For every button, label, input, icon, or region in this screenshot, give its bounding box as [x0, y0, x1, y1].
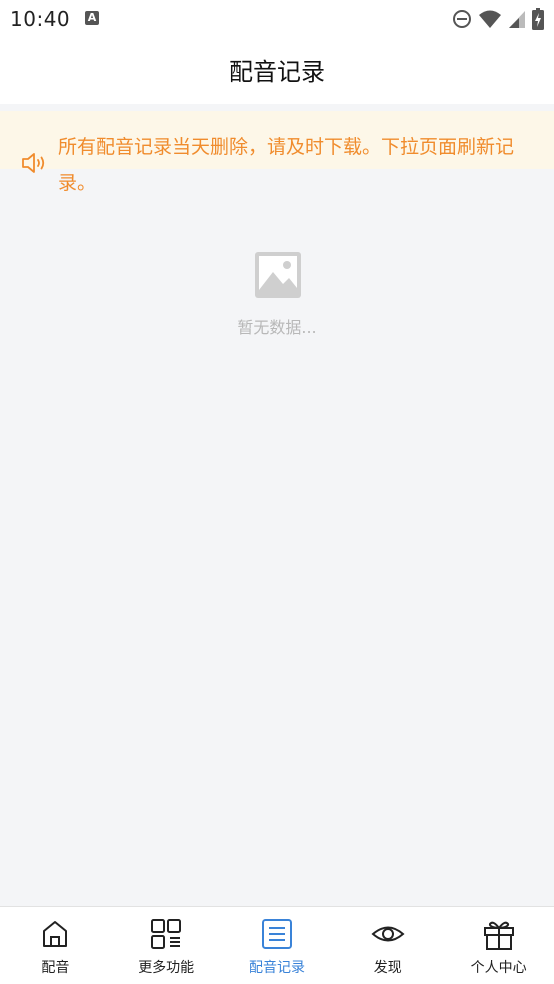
tab-more-features[interactable]: 更多功能 [111, 907, 222, 984]
grid-icon [151, 919, 182, 949]
cell-signal-icon [509, 11, 525, 28]
tab-dubbing[interactable]: 配音 [0, 907, 111, 984]
status-time: 10:40 [10, 7, 71, 31]
gift-icon [483, 921, 514, 950]
app-header: 配音记录 [0, 38, 554, 104]
image-placeholder-icon [255, 252, 301, 298]
page-title: 配音记录 [229, 58, 325, 86]
list-icon [261, 919, 292, 949]
tab-label: 个人中心 [470, 960, 527, 976]
tab-dubbing-records[interactable]: 配音记录 [222, 907, 333, 984]
bottom-tab-bar: 配音 更多功能 配音记录 发现 个人中心 [0, 906, 554, 984]
do-not-disturb-icon [453, 10, 471, 28]
home-icon [43, 921, 68, 947]
tab-label: 配音 [41, 960, 70, 976]
status-icons [452, 8, 544, 30]
notification-a-icon: A [85, 11, 99, 25]
status-bar: 10:40 A [0, 0, 554, 38]
tab-profile[interactable]: 个人中心 [443, 907, 554, 984]
speaker-icon [22, 153, 45, 173]
tab-discover[interactable]: 发现 [332, 907, 443, 984]
battery-icon [532, 8, 544, 30]
empty-state-text: 暂无数据... [237, 318, 317, 337]
tab-label: 更多功能 [138, 960, 195, 976]
tab-label: 发现 [373, 960, 402, 976]
wifi-icon [479, 10, 501, 28]
notice-text: 所有配音记录当天删除，请及时下载。下拉页面刷新记录。 [58, 136, 515, 194]
tab-label: 配音记录 [248, 960, 305, 976]
eye-icon [371, 926, 405, 942]
